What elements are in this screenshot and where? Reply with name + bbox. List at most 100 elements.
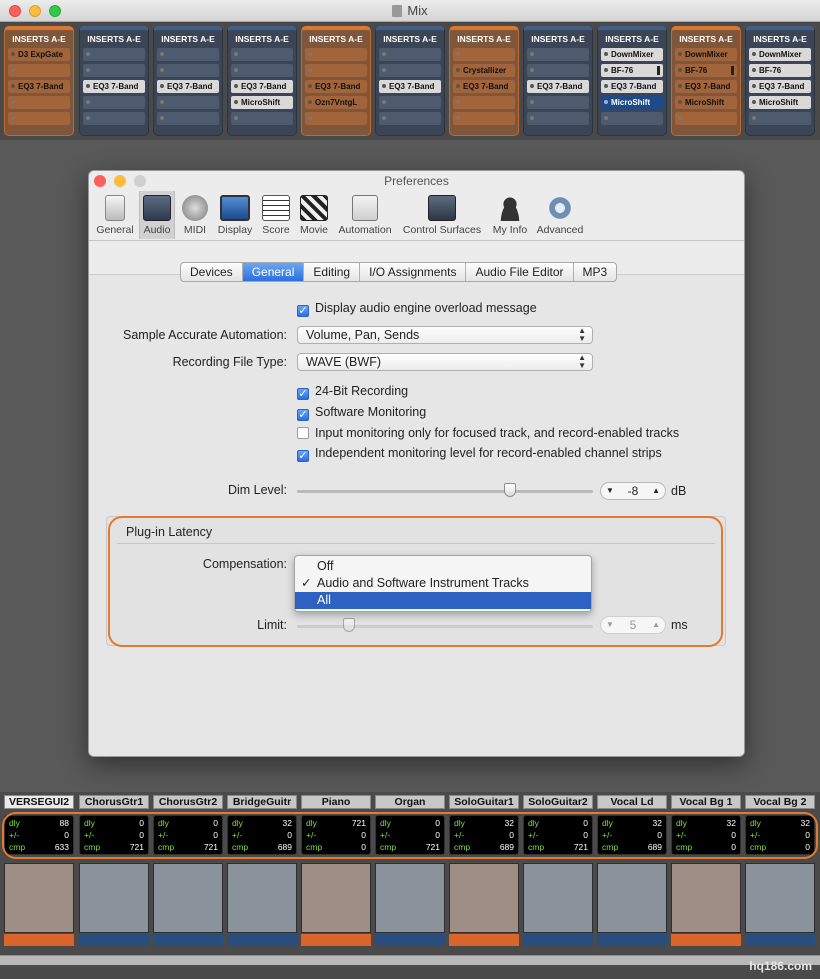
- minimize-dialog-button[interactable]: [114, 175, 126, 187]
- track-name[interactable]: SoloGuitar1: [449, 795, 519, 809]
- insert-slot[interactable]: [231, 64, 293, 77]
- insert-slot[interactable]: MicroShift: [231, 96, 293, 109]
- insert-slot[interactable]: [601, 112, 663, 125]
- channel-pad[interactable]: [301, 863, 371, 933]
- insert-slot[interactable]: [83, 96, 145, 109]
- insert-slot[interactable]: [83, 48, 145, 61]
- insert-slot[interactable]: MicroShift: [749, 96, 811, 109]
- toolbar-automation[interactable]: Automation: [334, 191, 396, 239]
- channel-pad[interactable]: [4, 863, 74, 933]
- insert-slot[interactable]: [305, 48, 367, 61]
- insert-slot[interactable]: [231, 112, 293, 125]
- insert-slot[interactable]: EQ3 7-Band: [527, 80, 589, 93]
- independent-monitoring-checkbox[interactable]: ✓ Independent monitoring level for record…: [297, 445, 662, 462]
- channel-pad[interactable]: [79, 863, 149, 933]
- insert-slot[interactable]: [157, 112, 219, 125]
- insert-slot[interactable]: [379, 112, 441, 125]
- minimize-window-button[interactable]: [29, 5, 41, 17]
- insert-slot[interactable]: EQ3 7-Band: [231, 80, 293, 93]
- insert-slot[interactable]: D3 ExpGate: [8, 48, 70, 61]
- track-name[interactable]: Vocal Bg 2: [745, 795, 815, 809]
- insert-slot[interactable]: [527, 48, 589, 61]
- channel-pad[interactable]: [523, 863, 593, 933]
- channel-pad[interactable]: [375, 863, 445, 933]
- insert-slot[interactable]: [8, 64, 70, 77]
- toolbar-display[interactable]: Display: [214, 191, 256, 239]
- 24bit-recording-checkbox[interactable]: ✓ 24-Bit Recording: [297, 383, 408, 400]
- insert-slot[interactable]: [675, 112, 737, 125]
- tab-devices[interactable]: Devices: [181, 263, 243, 281]
- overload-message-checkbox[interactable]: ✓ Display audio engine overload message: [297, 300, 537, 317]
- automation-popup[interactable]: Volume, Pan, Sends ▲ ▼: [297, 326, 593, 344]
- insert-slot[interactable]: [379, 64, 441, 77]
- insert-slot[interactable]: EQ3 7-Band: [83, 80, 145, 93]
- channel-pad[interactable]: [449, 863, 519, 933]
- insert-slot[interactable]: EQ3 7-Band: [601, 80, 663, 93]
- insert-slot[interactable]: EQ3 7-Band: [157, 80, 219, 93]
- file-type-popup[interactable]: WAVE (BWF) ▲ ▼: [297, 353, 593, 371]
- track-name[interactable]: Vocal Ld: [597, 795, 667, 809]
- insert-slot[interactable]: [749, 112, 811, 125]
- track-name[interactable]: BridgeGuitr: [227, 795, 297, 809]
- toolbar-general[interactable]: General: [93, 191, 137, 239]
- insert-slot[interactable]: BF-76: [601, 64, 663, 77]
- track-name[interactable]: Vocal Bg 1: [671, 795, 741, 809]
- toolbar-midi[interactable]: MIDI: [178, 191, 212, 239]
- dim-level-knob[interactable]: [504, 483, 516, 497]
- toolbar-control-surfaces[interactable]: Control Surfaces: [398, 191, 486, 239]
- horizontal-scrollbar[interactable]: [0, 955, 820, 965]
- tab-mp3[interactable]: MP3: [574, 263, 617, 281]
- track-name[interactable]: Organ: [375, 795, 445, 809]
- tab-editing[interactable]: Editing: [304, 263, 361, 281]
- insert-slot[interactable]: [305, 64, 367, 77]
- tab-general[interactable]: General: [242, 263, 305, 281]
- insert-slot[interactable]: [8, 96, 70, 109]
- insert-slot[interactable]: EQ3 7-Band: [453, 80, 515, 93]
- track-name[interactable]: SoloGuitar2: [523, 795, 593, 809]
- dim-level-slider[interactable]: [297, 490, 593, 493]
- channel-pad[interactable]: [745, 863, 815, 933]
- track-name[interactable]: ChorusGtr1: [79, 795, 149, 809]
- insert-slot[interactable]: [157, 64, 219, 77]
- channel-pad[interactable]: [671, 863, 741, 933]
- insert-slot[interactable]: Crystallizer: [453, 64, 515, 77]
- insert-slot[interactable]: [83, 64, 145, 77]
- input-monitoring-checkbox[interactable]: Input monitoring only for focused track,…: [297, 425, 679, 441]
- dim-level-stepper[interactable]: ▼ -8 ▲: [600, 482, 666, 500]
- increment-icon[interactable]: ▲: [652, 483, 660, 499]
- track-name[interactable]: ChorusGtr2: [153, 795, 223, 809]
- insert-slot[interactable]: [453, 112, 515, 125]
- insert-slot[interactable]: EQ3 7-Band: [305, 80, 367, 93]
- channel-pad[interactable]: [597, 863, 667, 933]
- insert-slot[interactable]: EQ3 7-Band: [379, 80, 441, 93]
- channel-pad[interactable]: [153, 863, 223, 933]
- insert-slot[interactable]: DownMixer: [601, 48, 663, 61]
- decrement-icon[interactable]: ▼: [606, 483, 614, 499]
- insert-slot[interactable]: [157, 96, 219, 109]
- insert-slot[interactable]: EQ3 7-Band: [8, 80, 70, 93]
- insert-slot[interactable]: EQ3 7-Band: [675, 80, 737, 93]
- insert-slot[interactable]: DownMixer: [675, 48, 737, 61]
- insert-slot[interactable]: BF-76: [675, 64, 737, 77]
- track-name[interactable]: VERSEGUI2: [4, 795, 74, 809]
- insert-slot[interactable]: [83, 112, 145, 125]
- insert-slot[interactable]: MicroShift: [675, 96, 737, 109]
- insert-slot[interactable]: [157, 48, 219, 61]
- insert-slot[interactable]: EQ3 7-Band: [749, 80, 811, 93]
- insert-slot[interactable]: [527, 96, 589, 109]
- zoom-window-button[interactable]: [49, 5, 61, 17]
- toolbar-audio[interactable]: Audio: [139, 191, 175, 239]
- channel-pad[interactable]: [227, 863, 297, 933]
- software-monitoring-checkbox[interactable]: ✓ Software Monitoring: [297, 404, 426, 421]
- insert-slot[interactable]: [527, 64, 589, 77]
- insert-slot[interactable]: BF-76: [749, 64, 811, 77]
- zoom-dialog-button[interactable]: [134, 175, 146, 187]
- insert-slot[interactable]: [305, 112, 367, 125]
- insert-slot[interactable]: [379, 48, 441, 61]
- close-window-button[interactable]: [9, 5, 21, 17]
- tab-io-assignments[interactable]: I/O Assignments: [360, 263, 467, 281]
- tab-audio-file-editor[interactable]: Audio File Editor: [466, 263, 574, 281]
- insert-slot[interactable]: [527, 112, 589, 125]
- insert-slot[interactable]: DownMixer: [749, 48, 811, 61]
- close-dialog-button[interactable]: [94, 175, 106, 187]
